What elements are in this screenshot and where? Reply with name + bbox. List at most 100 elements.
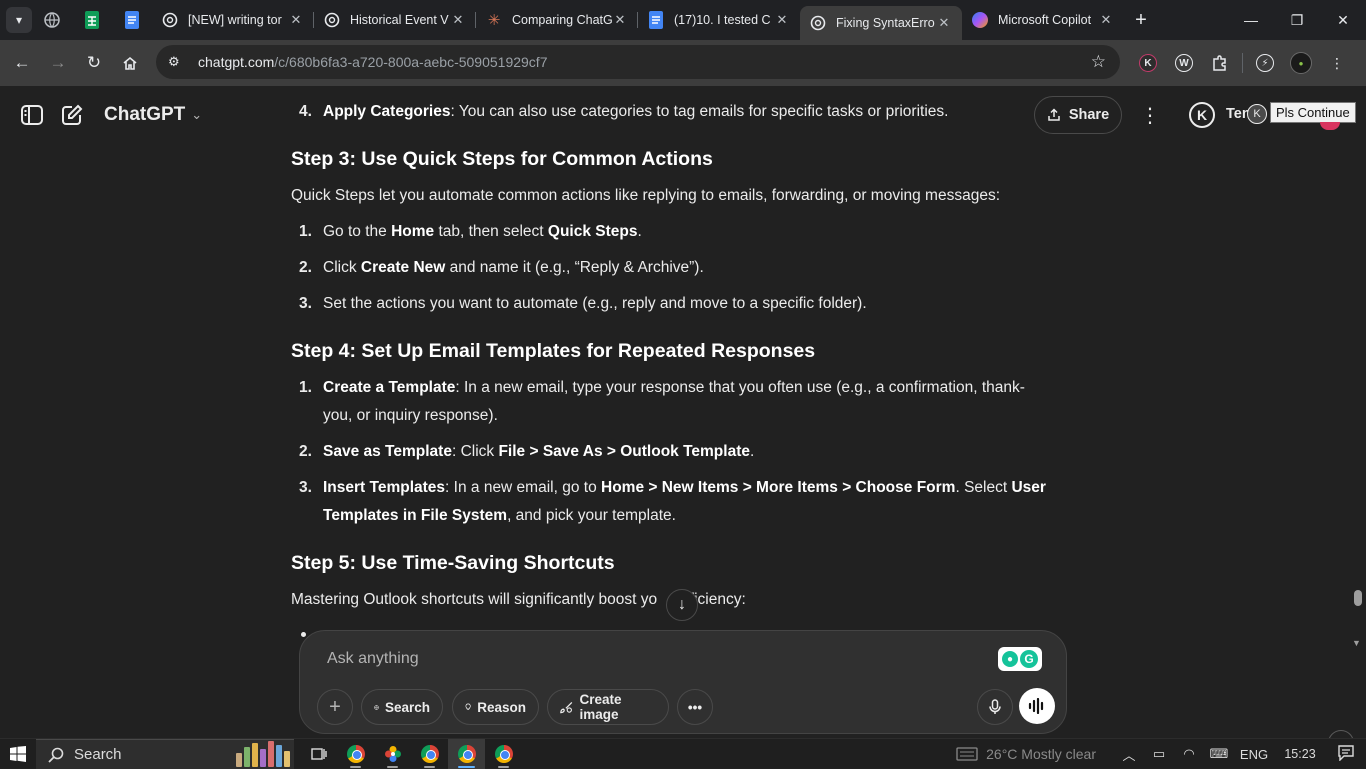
taskbar-chrome-3[interactable] [448, 739, 485, 769]
keyboard-icon[interactable]: ⌨ [1204, 746, 1234, 762]
books-icon [236, 741, 292, 767]
list-item: 3. Set the actions you want to automate … [299, 295, 867, 312]
pinned-tab-sheets[interactable] [72, 0, 112, 40]
home-icon [123, 56, 137, 70]
home-button[interactable] [112, 45, 148, 81]
notification-icon[interactable] [1326, 744, 1366, 764]
paragraph: Quick Steps let you automate common acti… [291, 187, 1001, 204]
sidebar-toggle-button[interactable] [20, 104, 44, 126]
wifi-icon[interactable]: ◠ [1174, 746, 1204, 762]
extension-k[interactable]: K [1130, 45, 1166, 81]
tab-microsoft-copilot[interactable]: Microsoft Copilot ✕ [962, 0, 1124, 40]
close-icon[interactable]: ✕ [774, 12, 790, 28]
pinned-tab-globe[interactable] [32, 0, 72, 40]
tab-title: Fixing SyntaxErro [836, 16, 935, 30]
pinned-tab-docs[interactable] [112, 0, 152, 40]
reload-button[interactable]: ↻ [76, 45, 112, 81]
globe-icon [44, 12, 60, 28]
prompt-input[interactable]: Ask anything [327, 650, 419, 668]
extensions-button[interactable] [1202, 45, 1238, 81]
tab-historical-event[interactable]: Historical Event V ✕ [314, 0, 476, 40]
sheets-icon [85, 11, 99, 29]
tab-title: Historical Event V [350, 13, 449, 27]
grammarly-icon: G [1020, 650, 1038, 668]
close-icon[interactable]: ✕ [288, 12, 304, 28]
scroll-to-bottom-button[interactable]: ↓ [666, 589, 698, 621]
openai-icon [162, 12, 178, 28]
extension-k-small[interactable]: K [1247, 104, 1267, 124]
close-icon[interactable]: ✕ [612, 12, 628, 28]
tab-new-writing[interactable]: [NEW] writing tor ✕ [152, 0, 314, 40]
taskbar-chrome-2[interactable] [411, 739, 448, 769]
search-button[interactable]: Search [361, 689, 443, 725]
chevron-up-icon[interactable]: ︿ [1114, 745, 1144, 764]
site-settings-icon[interactable]: ⚙ [168, 54, 186, 70]
chevron-down-icon: ▾ [15, 13, 23, 27]
tab-comparing-chatgpt[interactable]: ✳ Comparing ChatG ✕ [476, 0, 638, 40]
minimize-button[interactable]: — [1228, 0, 1274, 40]
weather-icon [956, 747, 978, 761]
performance-button[interactable]: ⚡ [1247, 45, 1283, 81]
prompt-composer: Ask anything ● G + Search Reason Create … [299, 630, 1067, 734]
clock[interactable]: 15:23 [1274, 747, 1326, 761]
weather-widget[interactable]: 26°C Mostly clear [956, 746, 1096, 762]
back-button[interactable]: ← [4, 45, 40, 81]
close-icon[interactable]: ✕ [936, 15, 952, 31]
scrollbar-thumb[interactable] [1354, 590, 1362, 606]
list-item: 3. Insert Templates: In a new email, go … [299, 479, 1046, 524]
tab-search-menu[interactable]: ▾ [6, 7, 32, 33]
flower-app-icon [384, 746, 401, 762]
kebab-menu-icon: ⋮ [1330, 54, 1344, 71]
create-image-button[interactable]: Create image [547, 689, 669, 725]
new-tab-button[interactable]: + [1124, 3, 1158, 37]
taskbar-chrome-4[interactable] [485, 739, 522, 769]
model-selector[interactable]: ChatGPT ⌄ [104, 104, 202, 126]
close-window-button[interactable]: ✕ [1320, 0, 1366, 40]
taskbar-app-flower[interactable] [374, 739, 411, 769]
extension-k-badge[interactable]: K [1189, 102, 1215, 128]
extension-w[interactable]: W [1166, 45, 1202, 81]
dictate-button[interactable] [977, 689, 1013, 725]
close-icon[interactable]: ✕ [1098, 12, 1114, 28]
section-heading: Step 5: Use Time-Saving Shortcuts [291, 552, 615, 574]
list-item: 2. Save as Template: Click File > Save A… [299, 443, 755, 460]
close-icon[interactable]: ✕ [450, 12, 466, 28]
taskbar-apps [300, 739, 522, 769]
plus-icon: + [1135, 8, 1147, 31]
new-chat-button[interactable] [60, 103, 84, 127]
taskbar-chrome-1[interactable] [337, 739, 374, 769]
model-name: ChatGPT [104, 104, 186, 125]
profile-button[interactable]: ● [1283, 45, 1319, 81]
tab-title: Microsoft Copilot [998, 13, 1092, 27]
list-item: 2. Click Create New and name it (e.g., “… [299, 259, 704, 276]
attach-button[interactable]: + [317, 689, 353, 725]
forward-button[interactable]: → [40, 45, 76, 81]
docs-icon [648, 11, 664, 29]
tab-i-tested[interactable]: (17)10. I tested C ✕ [638, 0, 800, 40]
chrome-icon [346, 745, 365, 763]
battery-icon[interactable]: ▭ [1144, 746, 1174, 762]
conversation-options-button[interactable]: ⋮ [1138, 100, 1162, 130]
avatar[interactable] [1320, 122, 1340, 130]
weather-text: 26°C Mostly clear [986, 746, 1096, 762]
task-view-button[interactable] [300, 739, 337, 769]
tab-title: Comparing ChatG [512, 13, 612, 27]
claude-icon: ✳ [487, 12, 501, 29]
language-indicator[interactable]: ENG [1234, 747, 1274, 762]
reason-button[interactable]: Reason [452, 689, 539, 725]
chevron-down-icon: ⌄ [191, 107, 203, 122]
scrollbar-down-arrow[interactable]: ▼ [1352, 638, 1361, 648]
chrome-icon [420, 745, 439, 763]
more-tools-button[interactable]: ••• [677, 689, 713, 725]
bookmark-star-icon[interactable]: ☆ [1091, 52, 1106, 72]
start-button[interactable] [0, 739, 36, 769]
address-bar[interactable]: ⚙ chatgpt.com/c/680b6fa3-a720-800a-aebc-… [156, 45, 1120, 79]
browser-tab-strip: ▾ [NEW] writing tor ✕ Historical Event V… [0, 0, 1366, 40]
window-controls: — ❐ ✕ [1228, 0, 1366, 40]
browser-menu-button[interactable]: ⋮ [1319, 45, 1355, 81]
grammarly-widget[interactable]: ● G [998, 647, 1042, 671]
restore-button[interactable]: ❐ [1274, 0, 1320, 40]
voice-mode-button[interactable] [1019, 688, 1055, 724]
tab-fixing-syntaxerror[interactable]: Fixing SyntaxErro ✕ [800, 6, 962, 40]
windows-taskbar: Search 26°C Mostly clear ︿ ▭ ◠ ⌨ ENG 15:… [0, 738, 1366, 769]
